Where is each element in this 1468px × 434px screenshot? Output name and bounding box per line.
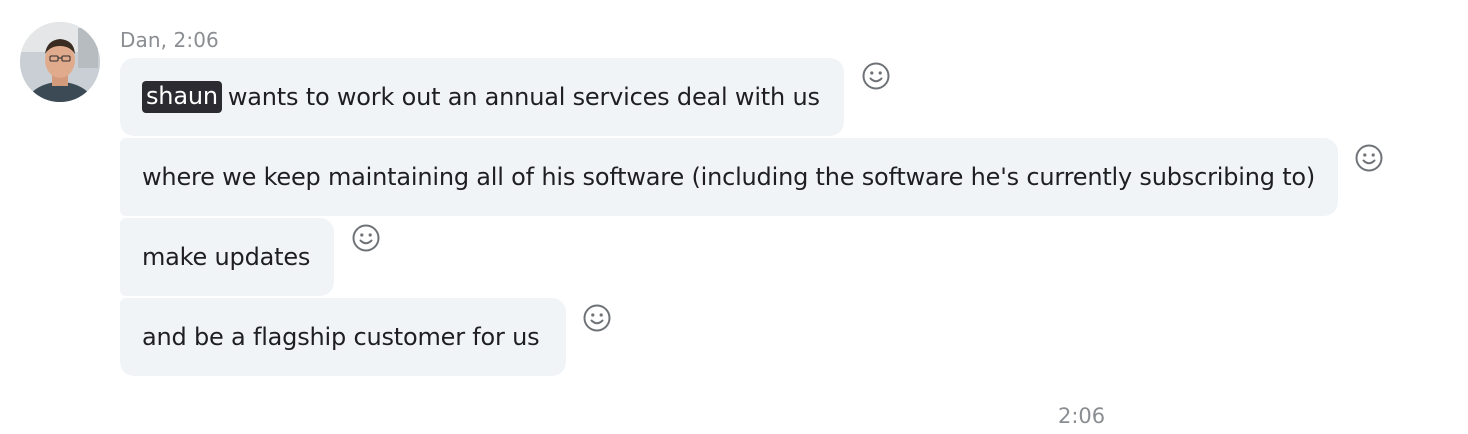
message-bubble[interactable]: make updates [120,218,334,296]
smiley-icon[interactable] [1354,143,1384,173]
avatar[interactable] [20,22,100,102]
message-bubble[interactable]: and be a flagship customer for us [120,298,566,376]
message-sender-time: Dan, 2:06 [120,28,219,52]
smiley-icon[interactable] [582,303,612,333]
message-bubble[interactable]: shaun wants to work out an annual servic… [120,58,844,136]
mention-tag[interactable]: shaun [142,80,222,114]
message-text: and be a flagship customer for us [142,323,540,351]
message-text: where we keep maintaining all of his sof… [142,163,1316,191]
smiley-icon[interactable] [351,223,381,253]
message-text: wants to work out an annual services dea… [227,83,820,111]
chat-thread: Dan, 2:06 shaun wants to work out an ann… [0,0,1468,434]
smiley-icon[interactable] [861,61,891,91]
message-text: make updates [142,243,311,271]
timestamp: 2:06 [1058,404,1106,428]
avatar-image [20,22,100,102]
message-bubble[interactable]: where we keep maintaining all of his sof… [120,138,1338,216]
